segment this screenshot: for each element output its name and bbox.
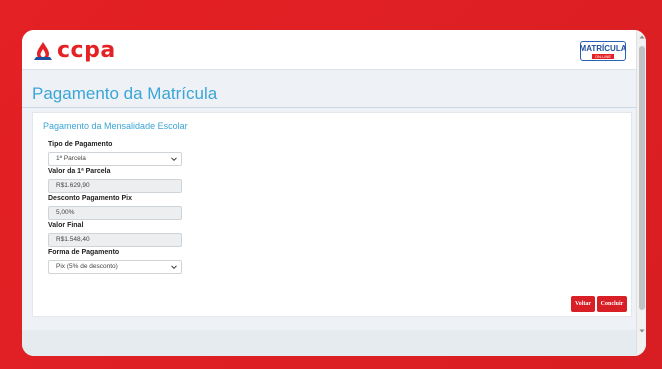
forma-pagamento-select[interactable]: Pix (5% de desconto)	[48, 260, 182, 274]
browser-window: ccpa MATRÍCULA ON-LINE Pagamento da Matr…	[22, 30, 646, 356]
desconto-pix-label: Desconto Pagamento Pix	[48, 195, 133, 202]
forma-pagamento-label: Forma de Pagamento	[48, 249, 120, 256]
vertical-scrollbar[interactable]	[636, 30, 646, 356]
ccpa-flame-logo-icon	[34, 42, 52, 60]
desconto-pix-value: 5,00%	[56, 209, 75, 216]
scroll-down-arrow-icon[interactable]	[639, 328, 645, 334]
payment-form-card: Pagamento da Mensalidade Escolar Tipo de…	[32, 112, 632, 317]
valor-final-label: Valor Final	[48, 222, 84, 229]
scroll-up-arrow-icon[interactable]	[639, 34, 645, 40]
tipo-pagamento-value: 1ª Parcela	[56, 155, 86, 162]
voltar-button[interactable]: Voltar	[571, 296, 595, 312]
page-title: Pagamento da Matrícula	[32, 84, 218, 103]
valor-parcela-value: R$1.629,90	[56, 182, 90, 189]
footer-band	[22, 330, 636, 356]
badge-title: MATRÍCULA	[579, 43, 627, 53]
valor-final-value: R$1.548,40	[56, 236, 90, 243]
section-title: Pagamento da Mensalidade Escolar	[43, 121, 188, 131]
valor-parcela-field: R$1.629,90	[48, 179, 182, 193]
chevron-down-icon	[171, 157, 177, 162]
desconto-pix-field: 5,00%	[48, 206, 182, 220]
page-title-bar: Pagamento da Matrícula	[22, 70, 636, 108]
tipo-pagamento-select[interactable]: 1ª Parcela	[48, 152, 182, 166]
site-header: ccpa MATRÍCULA ON-LINE	[22, 30, 636, 70]
chevron-down-icon	[171, 265, 177, 270]
badge-subtitle: ON-LINE	[591, 53, 615, 59]
logo-text: ccpa	[57, 38, 116, 63]
valor-parcela-label: Valor da 1ª Parcela	[48, 168, 111, 175]
ccpa-logo[interactable]: ccpa	[32, 39, 116, 63]
valor-final-field: R$1.548,40	[48, 233, 182, 247]
forma-pagamento-value: Pix (5% de desconto)	[56, 263, 118, 270]
matricula-online-badge: MATRÍCULA ON-LINE	[580, 41, 626, 61]
scrollbar-thumb[interactable]	[639, 46, 645, 310]
concluir-button[interactable]: Concluir	[597, 296, 627, 312]
tipo-pagamento-label: Tipo de Pagamento	[48, 141, 113, 148]
